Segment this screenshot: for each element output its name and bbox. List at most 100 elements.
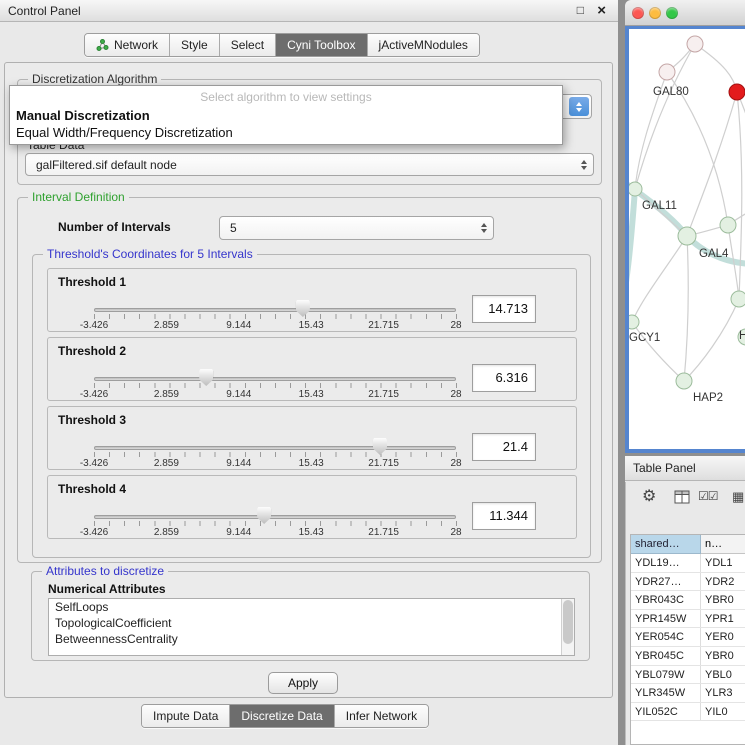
threshold-value-field[interactable]: 11.344: [472, 502, 536, 530]
attributes-group: Attributes to discretize Numerical Attri…: [31, 571, 590, 661]
table-row[interactable]: YPR145WYPR1: [631, 610, 745, 629]
select-columns-icon[interactable]: ☑☑: [698, 489, 718, 503]
numerical-attributes-list: SelfLoopsTopologicalCoefficientBetweenne…: [48, 598, 575, 656]
algorithm-popup-header: Select algorithm to view settings: [10, 88, 562, 107]
zoom-window-icon[interactable]: [666, 7, 678, 19]
column-header-shared-name[interactable]: shared…: [631, 535, 701, 554]
algorithm-option[interactable]: Manual Discretization: [10, 107, 562, 124]
tab-infer-network[interactable]: Infer Network: [335, 705, 428, 727]
network-graph: GAL80 GAL11 GAL4 GCY1 HAP2 H: [629, 29, 745, 453]
network-node[interactable]: [731, 291, 745, 307]
cell-shared-name: YBR045C: [631, 647, 701, 665]
number-of-intervals-combobox[interactable]: 5: [219, 216, 494, 240]
slider-track[interactable]: [94, 446, 456, 450]
close-window-icon[interactable]: [632, 7, 644, 19]
network-node-gcy1[interactable]: [629, 315, 639, 329]
slider-scale: -3.4262.8599.14415.4321.71528: [94, 320, 456, 332]
cell-name: YLR3: [701, 684, 745, 702]
attributes-scrollbar[interactable]: [561, 599, 574, 655]
algorithm-dropdown-popup: Select algorithm to view settings Manual…: [9, 85, 563, 145]
tab-network[interactable]: Network: [85, 34, 170, 56]
table-data-combobox[interactable]: galFiltered.sif default node: [25, 153, 594, 176]
slider-ticks: [94, 452, 457, 457]
network-node-gal11[interactable]: [629, 182, 642, 196]
cell-shared-name: YER054C: [631, 628, 701, 646]
threshold-label: Threshold 2: [58, 344, 126, 358]
tab-label: Infer Network: [346, 709, 417, 723]
tab-discretize-data[interactable]: Discretize Data: [230, 705, 334, 727]
discretization-algorithm-group-title: Discretization Algorithm: [28, 72, 161, 86]
slider-track[interactable]: [94, 515, 456, 519]
cell-shared-name: YBR043C: [631, 591, 701, 609]
table-row[interactable]: YDR27…YDR2: [631, 573, 745, 592]
slider-scale: -3.4262.8599.14415.4321.71528: [94, 458, 456, 470]
scale-label: 15.43: [299, 458, 324, 469]
float-window-icon[interactable]: □: [577, 3, 584, 17]
table-row[interactable]: YDL19…YDL1: [631, 554, 745, 573]
tab-style[interactable]: Style: [170, 34, 220, 56]
slider-scale: -3.4262.8599.14415.4321.71528: [94, 527, 456, 539]
tab-select[interactable]: Select: [220, 34, 276, 56]
threshold-value-field[interactable]: 14.713: [472, 295, 536, 323]
algorithm-option[interactable]: Equal Width/Frequency Discretization: [10, 124, 562, 141]
tab-label: Discretize Data: [241, 709, 322, 723]
network-node-gal80[interactable]: [659, 64, 675, 80]
table-row[interactable]: YER054CYER0: [631, 628, 745, 647]
apply-button[interactable]: Apply: [268, 672, 338, 694]
cell-name: YIL0: [701, 703, 745, 721]
slider-track[interactable]: [94, 377, 456, 381]
threshold-panel-1: Threshold 1-3.4262.8599.14415.4321.71528…: [47, 268, 577, 332]
number-of-intervals-value: 5: [230, 221, 237, 235]
scale-label: 28: [450, 320, 461, 331]
table-row[interactable]: YIL052CYIL0: [631, 703, 745, 722]
cell-name: YDR2: [701, 573, 745, 591]
gear-icon[interactable]: ⚙: [642, 486, 656, 506]
threshold-panel-2: Threshold 2-3.4262.8599.14415.4321.71528…: [47, 337, 577, 401]
network-node-selected[interactable]: [729, 84, 745, 100]
attribute-item[interactable]: SelfLoops: [49, 599, 574, 615]
attribute-item[interactable]: TopologicalCoefficient: [49, 615, 574, 631]
scale-label: 15.43: [299, 320, 324, 331]
table-row[interactable]: YLR345WYLR3: [631, 684, 745, 703]
grid-icon[interactable]: ▦: [732, 489, 744, 505]
table-row[interactable]: YBR045CYBR0: [631, 647, 745, 666]
network-node[interactable]: [720, 217, 736, 233]
threshold-value-field[interactable]: 6.316: [472, 364, 536, 392]
slider-ticks: [94, 383, 457, 388]
network-node[interactable]: [687, 36, 703, 52]
tab-impute-data[interactable]: Impute Data: [142, 705, 230, 727]
table-row[interactable]: YBR043CYBR0: [631, 591, 745, 610]
network-node-gal4[interactable]: [678, 227, 696, 245]
table-panel-toolbar: ⚙ ☑☑ ▦: [626, 482, 745, 512]
scale-label: -3.426: [80, 458, 108, 469]
tab-cyni-toolbox[interactable]: Cyni Toolbox: [276, 34, 367, 56]
slider-ticks: [94, 314, 457, 319]
node-label-gal80: GAL80: [653, 86, 689, 98]
columns-icon[interactable]: [674, 490, 690, 509]
scale-label: 28: [450, 389, 461, 400]
combobox-arrows-icon: [481, 223, 487, 233]
close-icon[interactable]: ×: [597, 2, 606, 19]
scrollbar-thumb[interactable]: [563, 600, 573, 644]
network-view-window: GAL80 GAL11 GAL4 GCY1 HAP2 H: [625, 0, 745, 453]
attribute-item[interactable]: BetweennessCentrality: [49, 631, 574, 647]
tab-jactivemnodules[interactable]: jActiveMNodules: [368, 34, 479, 56]
combobox-arrows-icon[interactable]: [569, 97, 589, 116]
tab-label: Network: [114, 38, 158, 52]
control-panel-window: Control Panel □ × NetworkStyleSelectCyni…: [0, 0, 618, 745]
column-header-name[interactable]: n…: [701, 535, 745, 554]
slider-track[interactable]: [94, 308, 456, 312]
cell-name: YBR0: [701, 647, 745, 665]
threshold-panel-4: Threshold 4-3.4262.8599.14415.4321.71528…: [47, 475, 577, 539]
minimize-window-icon[interactable]: [649, 7, 661, 19]
tab-label: Impute Data: [153, 709, 218, 723]
network-edge: [629, 189, 635, 334]
tab-label: Select: [231, 38, 264, 52]
network-canvas[interactable]: GAL80 GAL11 GAL4 GCY1 HAP2 H: [625, 26, 745, 453]
network-node-hap2[interactable]: [676, 373, 692, 389]
scale-label: 15.43: [299, 527, 324, 538]
threshold-label: Threshold 3: [58, 413, 126, 427]
threshold-value-field[interactable]: 21.4: [472, 433, 536, 461]
table-row[interactable]: YBL079WYBL0: [631, 666, 745, 685]
scale-label: 21.715: [368, 389, 399, 400]
